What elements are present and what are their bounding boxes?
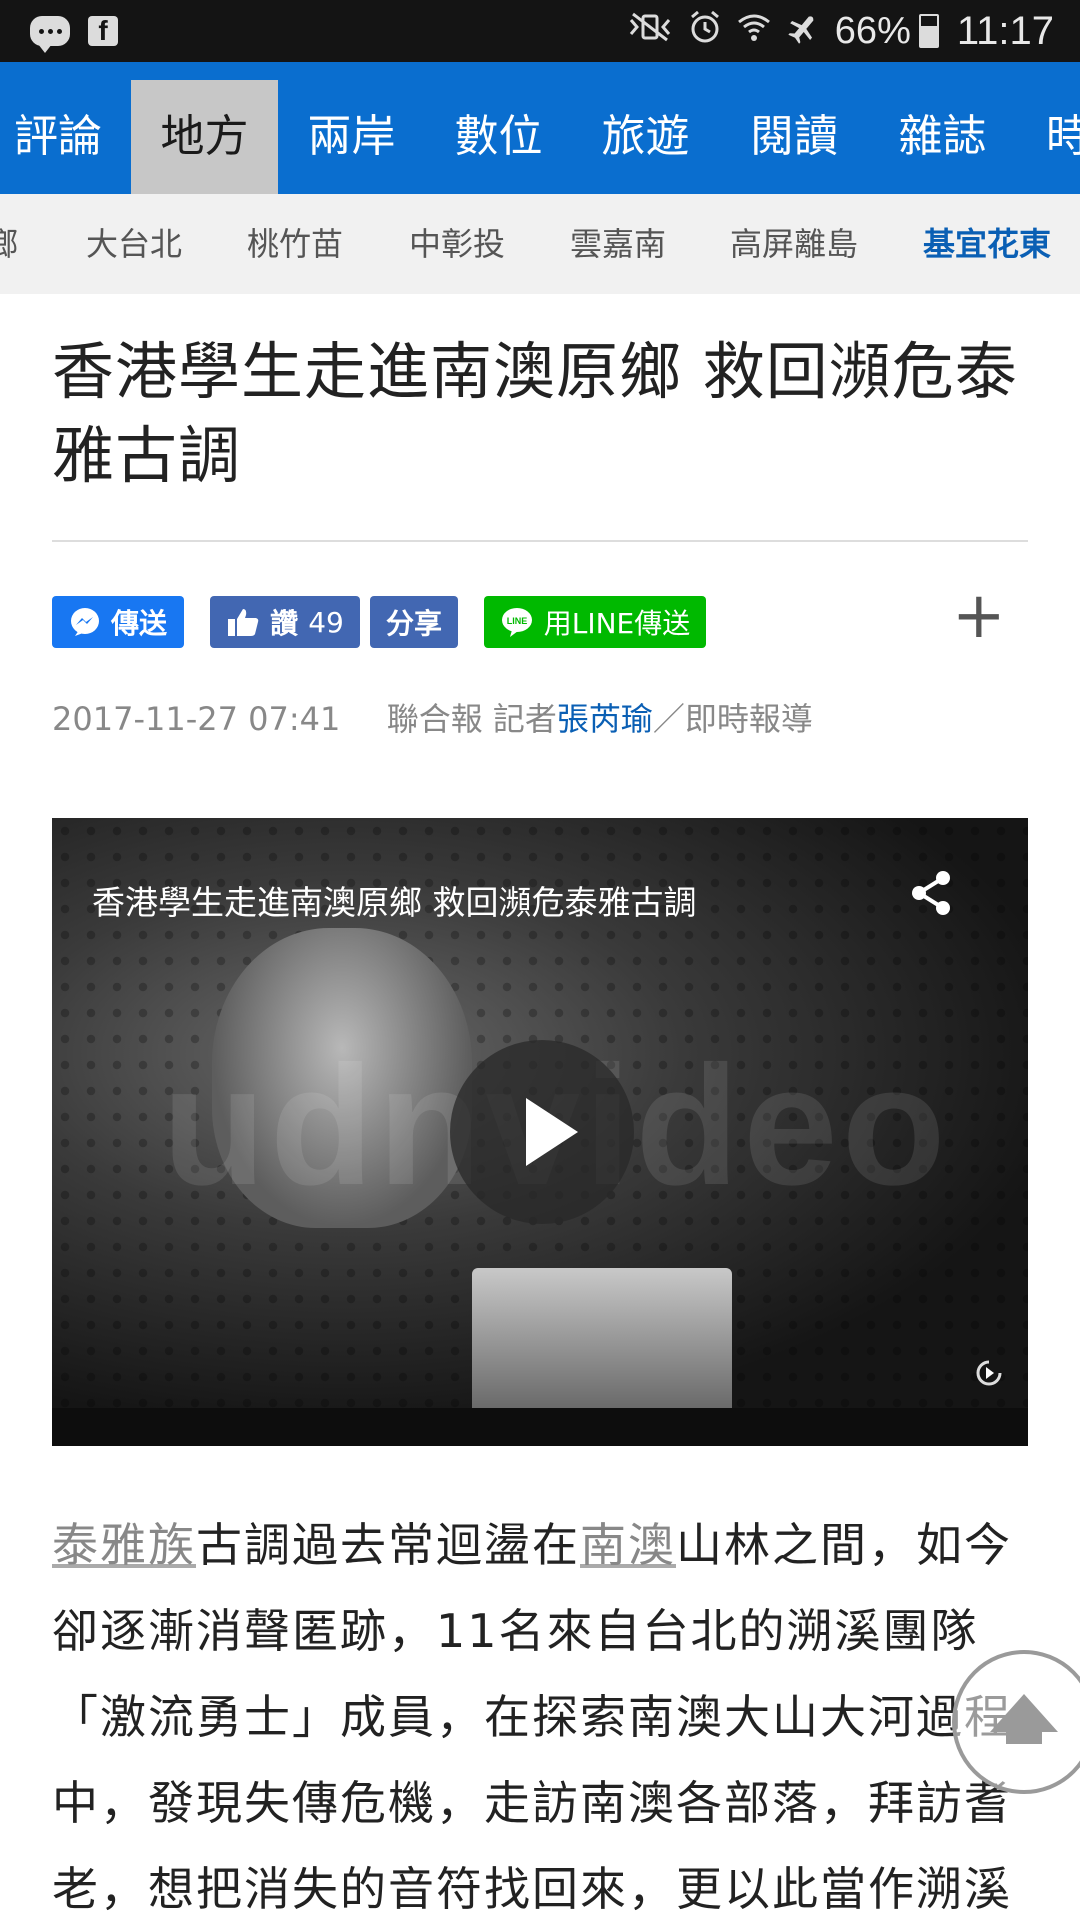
- status-bar: f 66% 11:17: [0, 0, 1080, 62]
- thumbs-up-icon: [226, 606, 260, 638]
- play-button[interactable]: [450, 1040, 634, 1224]
- tab-cross-strait[interactable]: 兩岸: [278, 80, 425, 194]
- wifi-icon: [737, 12, 771, 50]
- region-taipei[interactable]: 大台北: [86, 194, 182, 294]
- airplane-mode-icon: [787, 10, 821, 52]
- thumbnail-laptop: [472, 1268, 732, 1408]
- tag-link-atayal[interactable]: 泰雅族: [52, 1518, 196, 1572]
- alarm-icon: [689, 10, 721, 52]
- share-icon[interactable]: [910, 870, 952, 920]
- tab-partial[interactable]: 時: [1016, 80, 1080, 194]
- replay-icon[interactable]: [972, 1356, 1006, 1394]
- like-label: 讚: [270, 607, 299, 640]
- divider: [52, 540, 1028, 542]
- tab-comment[interactable]: 評論: [0, 80, 116, 194]
- facebook-notification-icon: f: [88, 16, 118, 46]
- region-partial[interactable]: 鄉: [0, 194, 18, 294]
- source-label: 聯合報 記者: [386, 700, 557, 738]
- messenger-send-button[interactable]: 傳送: [52, 596, 184, 648]
- region-tao-zhu-miao[interactable]: 桃竹苗: [247, 194, 343, 294]
- like-count: 49: [308, 605, 344, 639]
- line-icon: LINE: [500, 606, 534, 638]
- vibrate-mute-icon: [627, 12, 673, 50]
- report-type: ／即時報導: [652, 700, 813, 738]
- svg-text:LINE: LINE: [506, 616, 527, 626]
- tab-reading[interactable]: 閱讀: [719, 80, 869, 194]
- video-title: 香港學生走進南澳原鄉 救回瀕危泰雅古調: [92, 883, 697, 922]
- publish-datetime: 2017-11-27 07:41: [52, 700, 341, 738]
- author-link[interactable]: 張芮瑜: [557, 700, 653, 738]
- tab-travel[interactable]: 旅遊: [572, 80, 719, 194]
- region-gao-ping-islands[interactable]: 高屏離島: [730, 194, 858, 294]
- article-meta: 2017-11-27 07:41 聯合報 記者張芮瑜／即時報導: [52, 694, 813, 740]
- messenger-label: 傳送: [110, 607, 167, 640]
- region-nav: 鄉 大台北 桃竹苗 中彰投 雲嘉南 高屏離島 基宜花東: [0, 194, 1080, 294]
- body-text-2: 山林之間，如今卻逐漸消聲匿跡，11名來自台北的溯溪團隊「激流勇士」成員，在探索南…: [52, 1518, 1012, 1916]
- category-nav: 評論 地方 兩岸 數位 旅遊 閱讀 雜誌 時: [0, 62, 1080, 194]
- tab-local[interactable]: 地方: [131, 80, 278, 194]
- tag-link-nanao[interactable]: 南澳: [580, 1518, 676, 1572]
- tab-magazine[interactable]: 雜誌: [869, 80, 1016, 194]
- like-button[interactable]: 讚 49: [210, 596, 360, 648]
- line-label: 用LINE傳送: [543, 607, 691, 640]
- messenger-icon: [69, 606, 101, 638]
- region-yun-jia-nan[interactable]: 雲嘉南: [570, 194, 666, 294]
- article-body: 泰雅族古調過去常迴盪在南澳山林之間，如今卻逐漸消聲匿跡，11名來自台北的溯溪團隊…: [52, 1502, 1042, 1932]
- clock: 11:17: [956, 8, 1054, 53]
- line-share-button[interactable]: LINE 用LINE傳送: [484, 596, 706, 648]
- article-headline: 香港學生走進南澳原鄉 救回瀕危泰雅古調: [52, 335, 1018, 492]
- more-share-button[interactable]: +: [952, 584, 1006, 648]
- facebook-share-button[interactable]: 分享: [370, 596, 458, 648]
- battery-percent: 66%: [834, 9, 911, 52]
- region-zhong-zhang-tou[interactable]: 中彰投: [409, 194, 505, 294]
- chat-notification-icon: [30, 16, 70, 53]
- video-player[interactable]: udnvideo 香港學生走進南澳原鄉 救回瀕危泰雅古調: [52, 818, 1028, 1446]
- region-ji-yi-hua-dong[interactable]: 基宜花東: [923, 194, 1051, 294]
- body-text-1: 古調過去常迴盪在: [196, 1518, 580, 1572]
- battery-icon: [918, 14, 939, 48]
- tab-digital[interactable]: 數位: [425, 80, 572, 194]
